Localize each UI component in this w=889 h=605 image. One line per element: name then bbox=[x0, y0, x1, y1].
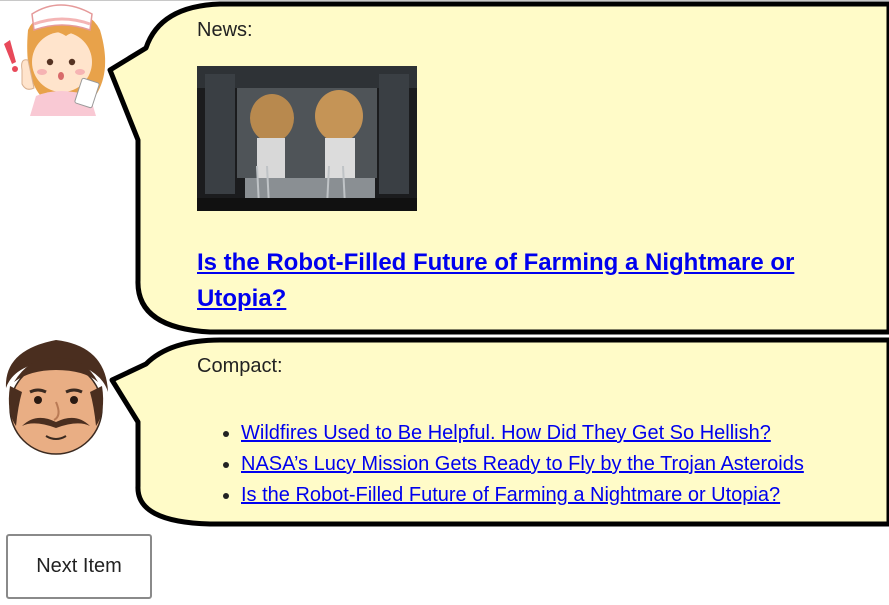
man-avatar bbox=[5, 340, 108, 455]
compact-link-wildfires[interactable]: Wildfires Used to Be Helpful. How Did Th… bbox=[241, 422, 771, 444]
news-headline-link[interactable]: Is the Robot-Filled Future of Farming a … bbox=[197, 245, 837, 317]
list-item: Wildfires Used to Be Helpful. How Did Th… bbox=[241, 418, 804, 449]
nurse-avatar bbox=[4, 4, 106, 116]
news-label: News: bbox=[197, 19, 253, 41]
page: News: Is the Robot-Filled Future of Farm… bbox=[0, 0, 889, 605]
list-item: NASA’s Lucy Mission Gets Ready to Fly by… bbox=[241, 449, 804, 480]
news-content: News: Is the Robot-Filled Future of Farm… bbox=[197, 18, 889, 318]
news-bubble: News: Is the Robot-Filled Future of Farm… bbox=[100, 0, 889, 336]
list-item: Is the Robot-Filled Future of Farming a … bbox=[241, 480, 804, 511]
compact-bubble: Compact: Wildfires Used to Be Helpful. H… bbox=[100, 336, 889, 528]
compact-link-lucy-mission[interactable]: NASA’s Lucy Mission Gets Ready to Fly by… bbox=[241, 453, 804, 475]
robot-farm-photo bbox=[197, 66, 417, 211]
compact-list: Wildfires Used to Be Helpful. How Did Th… bbox=[197, 418, 804, 511]
next-item-button[interactable]: Next Item bbox=[6, 534, 152, 599]
news-photo[interactable] bbox=[197, 66, 417, 211]
compact-content: Compact: Wildfires Used to Be Helpful. H… bbox=[197, 354, 889, 514]
compact-link-robot-farming[interactable]: Is the Robot-Filled Future of Farming a … bbox=[241, 484, 780, 506]
compact-label: Compact: bbox=[197, 355, 283, 377]
exclamation-icon bbox=[4, 40, 18, 72]
